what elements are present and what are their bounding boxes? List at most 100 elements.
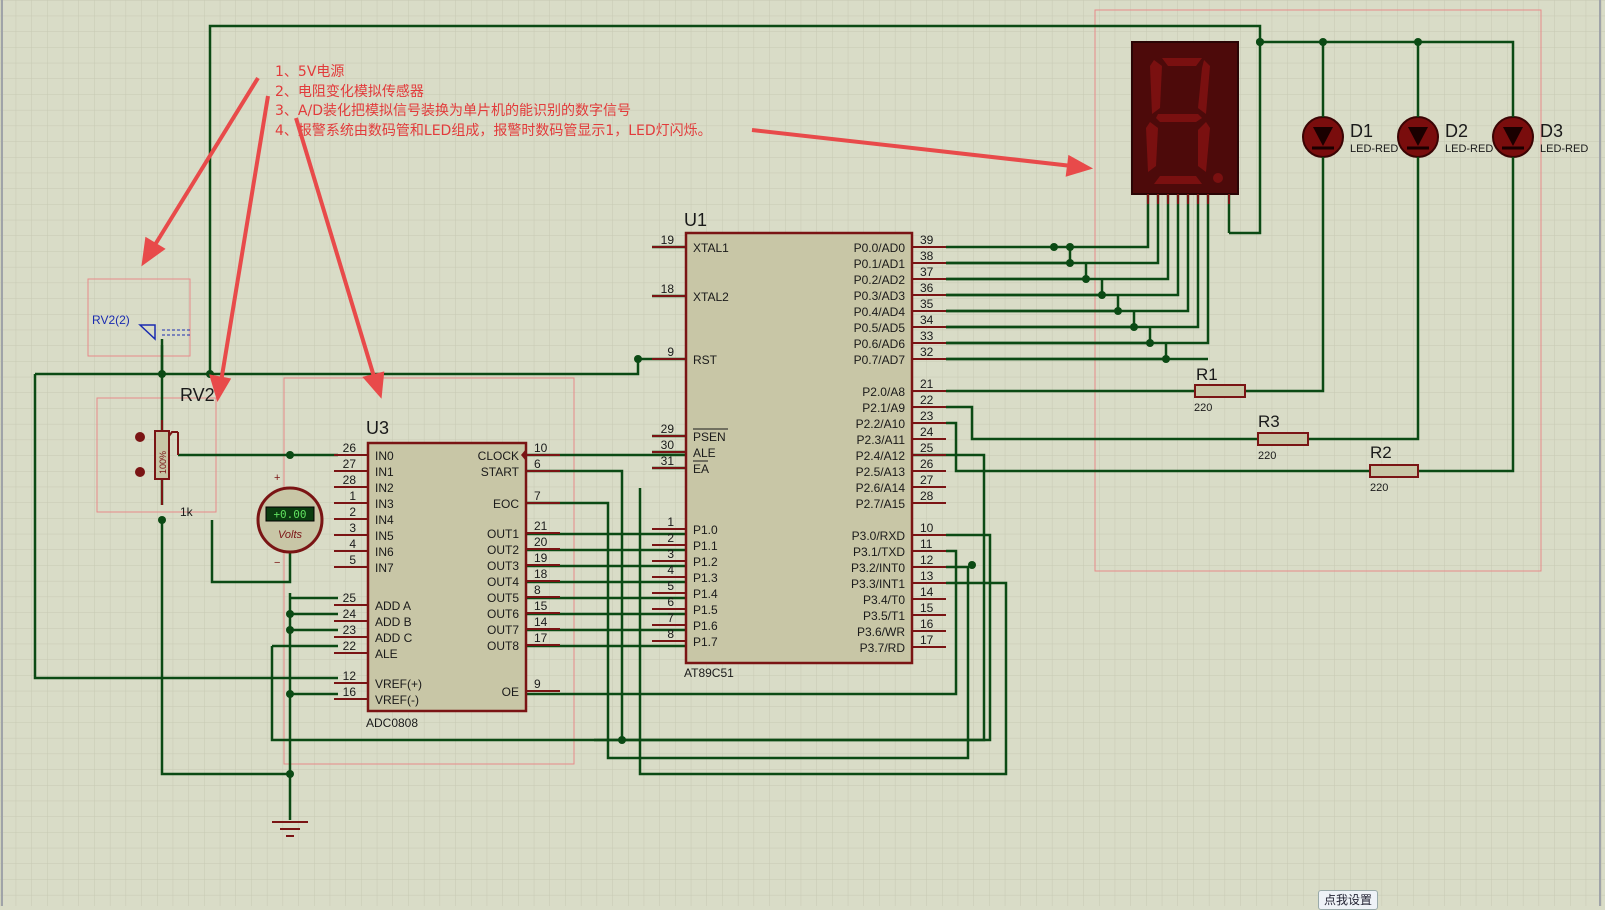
pin-number: 8 [667, 627, 674, 641]
rv2-value-label: 1k [180, 505, 194, 519]
pin-number: 15 [534, 599, 548, 613]
pin-name: OUT8 [487, 639, 519, 653]
pin-name: VREF(+) [375, 677, 422, 691]
pin-number: 17 [920, 633, 934, 647]
pin-number: 14 [534, 615, 548, 629]
pin-number: 12 [920, 553, 934, 567]
pin-name: P0.2/AD2 [854, 273, 906, 287]
pin-number: 29 [661, 422, 675, 436]
voltmeter-plus: + [274, 472, 280, 484]
pin-number: 25 [343, 591, 357, 605]
pin-name: OUT4 [487, 575, 519, 589]
pin-number: 10 [534, 441, 548, 455]
pin-name: P3.2/INT0 [851, 561, 905, 575]
pin-number: 5 [667, 579, 674, 593]
r3-ref-label: R3 [1258, 412, 1280, 431]
resistor-r1[interactable] [1194, 384, 1246, 398]
note-3: 3、A/D装化把模拟信号装换为单片机的能识别的数字信号 [275, 102, 631, 119]
pin-number: 3 [667, 547, 674, 561]
probe-label: RV2(2) [92, 313, 130, 327]
pin-name: P0.7/AD7 [854, 353, 906, 367]
note-2: 2、电阻变化模拟传感器 [275, 83, 424, 100]
pin-number: 21 [534, 519, 548, 533]
schematic-canvas: 100% RV2 1k RV2(2) +0.00 Volts + − U3 AD… [0, 0, 1605, 906]
pin-name: OUT1 [487, 527, 519, 541]
pin-name: IN3 [375, 497, 394, 511]
pin-name: OUT3 [487, 559, 519, 573]
u3-ref-label: U3 [366, 418, 389, 438]
pin-name: P3.1/TXD [853, 545, 905, 559]
pin-name: P0.5/AD5 [854, 321, 906, 335]
pin-number: 3 [349, 521, 356, 535]
pin-name: P1.3 [693, 571, 718, 585]
pin-name: P1.6 [693, 619, 718, 633]
pin-name: XTAL2 [693, 290, 729, 304]
pin-number: 16 [920, 617, 934, 631]
resistor-r3[interactable] [1257, 432, 1309, 446]
pin-number: 13 [920, 569, 934, 583]
pin-name: P2.6/A14 [856, 481, 906, 495]
pin-name: P2.0/A8 [862, 385, 905, 399]
pin-name: RST [693, 353, 718, 367]
pin-name: CLOCK [478, 449, 519, 463]
led-type-label: LED-RED [1445, 143, 1493, 155]
pin-name: P3.6/WR [857, 625, 905, 639]
pin-number: 6 [534, 457, 541, 471]
pin-number: 38 [920, 249, 934, 263]
pin-name: P1.7 [693, 635, 718, 649]
pin-name: EOC [493, 497, 519, 511]
seven-segment-display[interactable] [1131, 41, 1239, 204]
pin-number: 26 [920, 457, 934, 471]
pin-number: 27 [920, 473, 934, 487]
u1-ref-label: U1 [684, 210, 707, 230]
pin-number: 18 [661, 282, 675, 296]
pin-name: IN2 [375, 481, 394, 495]
note-4: 4、报警系统由数码管和LED组成，报警时数码管显示1，LED灯闪烁。 [275, 123, 712, 139]
pin-number: 7 [667, 611, 674, 625]
pin-name: VREF(-) [375, 693, 419, 707]
resistor-r2[interactable] [1369, 464, 1419, 478]
pin-name: PSEN [693, 430, 726, 444]
pin-name: P3.7/RD [860, 641, 906, 655]
voltmeter-minus: − [274, 557, 280, 569]
rv2-ref-label: RV2 [180, 385, 215, 405]
pin-name: OUT5 [487, 591, 519, 605]
pin-name: P3.0/RXD [852, 529, 906, 543]
pin-name: IN4 [375, 513, 394, 527]
pin-name: P0.4/AD4 [854, 305, 906, 319]
note-1: 1、5V电源 [275, 64, 344, 80]
rv2-inc-button[interactable] [135, 467, 145, 477]
led-type-label: LED-RED [1540, 143, 1588, 155]
pin-number: 18 [534, 567, 548, 581]
pin-number: 1 [349, 489, 356, 503]
pin-number: 30 [661, 438, 675, 452]
pin-number: 37 [920, 265, 934, 279]
pin-name: P3.4/T0 [863, 593, 905, 607]
pin-number: 2 [349, 505, 356, 519]
pin-name: IN5 [375, 529, 394, 543]
settings-button[interactable]: 点我设置 [1318, 890, 1378, 910]
pin-number: 24 [920, 425, 934, 439]
pin-name: IN1 [375, 465, 394, 479]
pin-number: 6 [667, 595, 674, 609]
r2-value-label: 220 [1370, 482, 1388, 494]
pin-number: 26 [343, 441, 357, 455]
pin-name: IN0 [375, 449, 394, 463]
pin-name: ADD B [375, 615, 412, 629]
pin-name: P2.1/A9 [862, 401, 905, 415]
led-type-label: LED-RED [1350, 143, 1398, 155]
pin-number: 7 [534, 489, 541, 503]
pin-number: 20 [534, 535, 548, 549]
rv2-dec-button[interactable] [135, 432, 145, 442]
pin-name: ALE [375, 647, 398, 661]
led-ref-label: D3 [1540, 121, 1563, 141]
pin-number: 9 [667, 345, 674, 359]
pin-name: OUT6 [487, 607, 519, 621]
pin-number: 35 [920, 297, 934, 311]
rv2-percent: 100% [158, 451, 168, 474]
pin-number: 23 [920, 409, 934, 423]
pin-name: P2.4/A12 [856, 449, 906, 463]
pin-number: 9 [534, 677, 541, 691]
pin-number: 1 [667, 515, 674, 529]
pin-number: 39 [920, 233, 934, 247]
